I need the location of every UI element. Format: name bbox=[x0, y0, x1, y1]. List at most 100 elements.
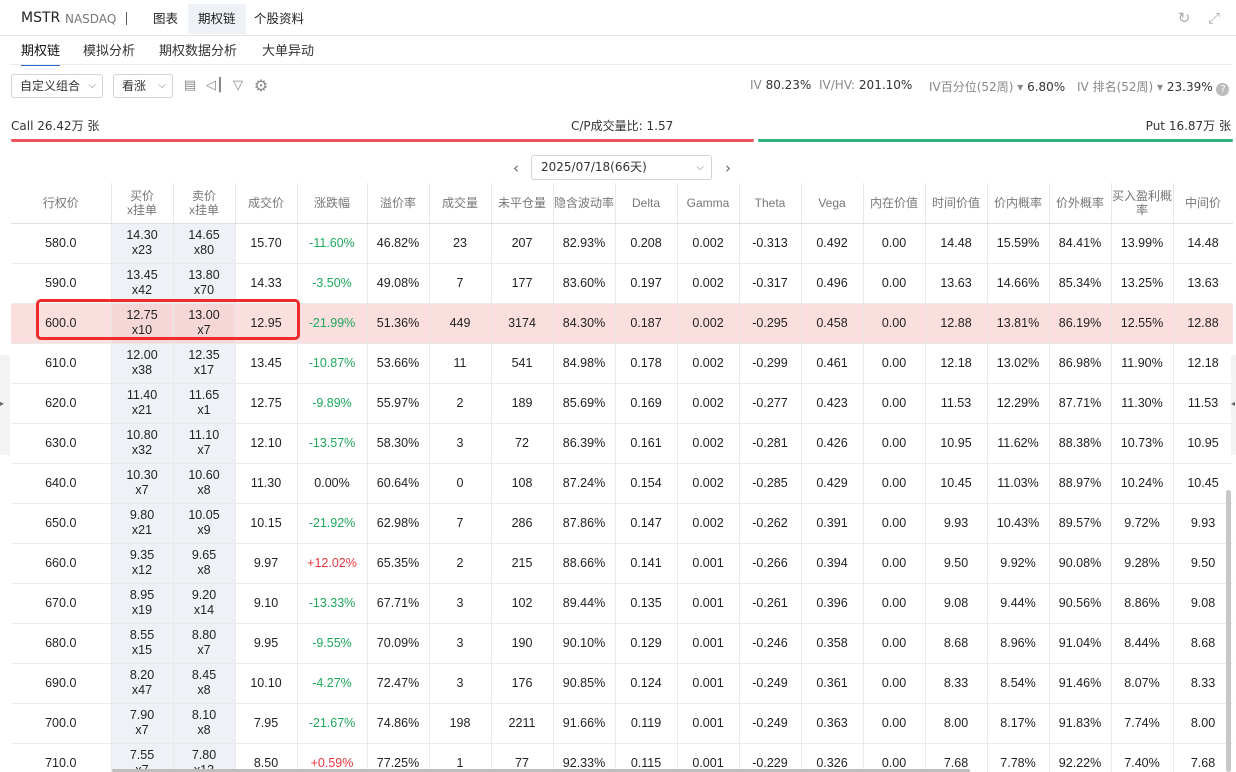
theta-cell: -0.281 bbox=[739, 423, 802, 464]
column-header-label: Vega bbox=[818, 195, 846, 210]
column-header[interactable]: 中间价 bbox=[1173, 183, 1233, 224]
ask-value: 11.65 bbox=[188, 388, 220, 402]
top-bar: MSTR NASDAQ 图表 期权链 个股资料 ↻ ⤢ bbox=[0, 0, 1236, 36]
filter-icon[interactable]: ▽ bbox=[230, 78, 246, 94]
intrinsic-cell: 0.00 bbox=[863, 423, 926, 464]
intrinsic-cell: 0.00 bbox=[863, 463, 926, 504]
mid-cell: 13.63 bbox=[1173, 263, 1233, 304]
column-header[interactable]: 内在价值 bbox=[863, 183, 926, 224]
table-row[interactable]: 630.0 10.80 x32 11.10 x7 12.10 -13.57% 58.30% 3 7… bbox=[11, 423, 1233, 464]
ask-size-value: x7 bbox=[197, 643, 211, 657]
chg-cell: -13.33% bbox=[297, 583, 368, 624]
volume-cell: 0 bbox=[429, 463, 492, 504]
table-row[interactable]: 600.0 12.75 x10 13.00 x7 12.95 -21.99% 51.36% 44… bbox=[11, 303, 1233, 344]
bid-size-value: x21 bbox=[131, 523, 153, 537]
column-header-label: 涨跌幅 bbox=[313, 195, 350, 210]
column-header[interactable]: 成交量 bbox=[429, 183, 492, 224]
settings-gear-icon[interactable]: ⚙ bbox=[253, 78, 269, 94]
otm-cell: 84.41% bbox=[1049, 223, 1112, 264]
cp-ratio-label: C/P成交量比: 1.57 bbox=[571, 119, 674, 133]
profit-cell: 8.44% bbox=[1111, 623, 1174, 664]
put-volume-label: Put 16.87万 张 bbox=[1145, 119, 1231, 133]
ask-cell: 7.80 x13 bbox=[173, 743, 236, 772]
right-panel-handle[interactable]: ◂ bbox=[1231, 355, 1236, 455]
iv-cell: 82.93% bbox=[553, 223, 616, 264]
mid-cell: 10.45 bbox=[1173, 463, 1233, 504]
left-panel-handle[interactable]: ▸ bbox=[0, 355, 10, 455]
table-row[interactable]: 670.0 8.95 x19 9.20 x14 9.10 -13.33% 67.71% 3 102… bbox=[11, 583, 1233, 624]
table-row[interactable]: 610.0 12.00 x38 12.35 x17 13.45 -10.87% 53.66% 1… bbox=[11, 343, 1233, 384]
tab-stock-profile[interactable]: 个股资料 bbox=[244, 4, 314, 34]
tab-option-chain[interactable]: 期权链 bbox=[188, 4, 246, 34]
subtab-option-chain[interactable]: 期权链 bbox=[21, 40, 61, 66]
bid-value: 7.55 bbox=[129, 748, 155, 762]
table-row[interactable]: 640.0 10.30 x7 10.60 x8 11.30 0.00% 60.64% 0 108 8… bbox=[11, 463, 1233, 504]
table-row[interactable]: 700.0 7.90 x7 8.10 x8 7.95 -21.67% 74.86% 198 221… bbox=[11, 703, 1233, 744]
table-row[interactable]: 690.0 8.20 x47 8.45 x8 10.10 -4.27% 72.47% 3 176 9… bbox=[11, 663, 1233, 704]
table-row[interactable]: 590.0 13.45 x42 13.80 x70 14.33 -3.50% 49.08% 7 1… bbox=[11, 263, 1233, 304]
table-layout-icon[interactable]: ▤ bbox=[182, 78, 198, 94]
column-header[interactable]: 卖价 x挂单 bbox=[173, 183, 236, 224]
iv-cell: 87.86% bbox=[553, 503, 616, 544]
chg-cell: -13.57% bbox=[297, 423, 368, 464]
bid-size-value: x7 bbox=[135, 723, 149, 737]
next-expiry-button[interactable]: › bbox=[720, 158, 736, 178]
ask-size-value: x70 bbox=[193, 283, 215, 297]
column-header[interactable]: 买价 x挂单 bbox=[111, 183, 174, 224]
help-icon[interactable]: ? bbox=[1216, 83, 1230, 96]
table-row[interactable]: 660.0 9.35 x12 9.65 x8 9.97 +12.02% 65.35% 2 215 8… bbox=[11, 543, 1233, 584]
volume-cell: 198 bbox=[429, 703, 492, 744]
direction-select[interactable]: 看涨 ⌵ bbox=[113, 74, 173, 98]
oi-cell: 207 bbox=[491, 223, 554, 264]
gamma-cell: 0.001 bbox=[677, 543, 740, 584]
bid-cell: 8.55 x15 bbox=[111, 623, 174, 664]
column-header[interactable]: Delta bbox=[615, 183, 678, 224]
vertical-scrollbar[interactable] bbox=[1226, 490, 1231, 772]
column-header[interactable]: 价外概率 bbox=[1049, 183, 1112, 224]
tab-chart[interactable]: 图表 bbox=[143, 4, 188, 34]
column-header[interactable]: 涨跌幅 bbox=[297, 183, 368, 224]
column-header[interactable]: Theta bbox=[739, 183, 802, 224]
chevron-down-icon: ⌵ bbox=[696, 162, 704, 173]
expand-icon[interactable]: ⤢ bbox=[1205, 9, 1223, 27]
put-volume-bar bbox=[758, 139, 1233, 142]
option-chain-table[interactable]: 行权价 买价 x挂单 卖价 x挂单 成交价 涨跌幅 溢价率 成交量 未平仓量 隐含波动率 Delta G… bbox=[11, 183, 1233, 772]
table-row[interactable]: 710.0 7.55 x7 7.80 x13 8.50 +0.59% 77.25% 1 77 92.… bbox=[11, 743, 1233, 772]
strike-cell: 650.0 bbox=[11, 503, 112, 544]
column-header[interactable]: 溢价率 bbox=[367, 183, 430, 224]
iv-cell: 91.66% bbox=[553, 703, 616, 744]
split-view-icon[interactable]: ◁┃ bbox=[206, 78, 224, 94]
table-row[interactable]: 620.0 11.40 x21 11.65 x1 12.75 -9.89% 55.97% 2 18… bbox=[11, 383, 1233, 424]
table-row[interactable]: 680.0 8.55 x15 8.80 x7 9.95 -9.55% 70.09% 3 190 90… bbox=[11, 623, 1233, 664]
expiry-select[interactable]: 2025/07/18(66天) ⌵ bbox=[531, 155, 712, 180]
iv-rank-stat[interactable]: IV 排名(52周) ▾ 23.39% ? bbox=[1077, 78, 1230, 96]
ask-cell: 13.00 x7 bbox=[173, 303, 236, 344]
combo-select[interactable]: 自定义组合 ⌵ bbox=[11, 74, 103, 98]
column-header-label: 买入盈利概 bbox=[1111, 188, 1172, 203]
column-header[interactable]: 成交价 bbox=[235, 183, 298, 224]
column-header[interactable]: 隐含波动率 bbox=[553, 183, 616, 224]
column-header[interactable]: 时间价值 bbox=[925, 183, 988, 224]
table-row[interactable]: 580.0 14.30 x23 14.65 x80 15.70 -11.60% 46.82% 2… bbox=[11, 223, 1233, 264]
column-header-sublabel: x挂单 bbox=[188, 202, 219, 217]
intrinsic-cell: 0.00 bbox=[863, 503, 926, 544]
strike-cell: 690.0 bbox=[11, 663, 112, 704]
subtab-simulation[interactable]: 模拟分析 bbox=[83, 40, 135, 64]
column-header[interactable]: Vega bbox=[801, 183, 864, 224]
iv-value: 80.23% bbox=[765, 78, 812, 92]
oi-cell: 77 bbox=[491, 743, 554, 772]
mid-cell: 9.50 bbox=[1173, 543, 1233, 584]
subtab-block-trades[interactable]: 大单异动 bbox=[262, 40, 314, 64]
column-header[interactable]: 行权价 bbox=[11, 183, 112, 224]
prev-expiry-button[interactable]: ‹ bbox=[508, 158, 524, 178]
iv-percentile-stat[interactable]: IV百分位(52周) ▾ 6.80% bbox=[929, 78, 1065, 95]
column-header[interactable]: 买入盈利概率 bbox=[1111, 183, 1174, 224]
column-header[interactable]: 未平仓量 bbox=[491, 183, 554, 224]
column-header[interactable]: 价内概率 bbox=[987, 183, 1050, 224]
column-header[interactable]: Gamma bbox=[677, 183, 740, 224]
refresh-icon[interactable]: ↻ bbox=[1175, 9, 1193, 27]
subtab-option-analysis[interactable]: 期权数据分析 bbox=[159, 40, 237, 64]
itm-cell: 11.62% bbox=[987, 423, 1050, 464]
table-row[interactable]: 650.0 9.80 x21 10.05 x9 10.15 -21.92% 62.98% 7 28… bbox=[11, 503, 1233, 544]
itm-cell: 8.96% bbox=[987, 623, 1050, 664]
